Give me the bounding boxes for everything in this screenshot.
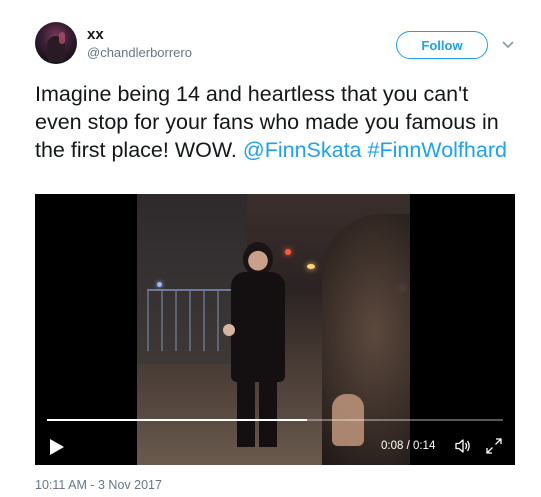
tweet-text: Imagine being 14 and heartless that you … xyxy=(35,80,513,164)
tweet-timestamp[interactable]: 10:11 AM - 3 Nov 2017 xyxy=(35,478,162,492)
avatar[interactable] xyxy=(35,22,77,64)
video-progress-fill xyxy=(47,419,307,421)
person-legs xyxy=(237,377,277,447)
video-player[interactable]: 0:08 / 0:14 xyxy=(35,194,515,465)
frame-light xyxy=(157,282,162,287)
play-icon[interactable] xyxy=(49,438,65,456)
follow-button[interactable]: Follow xyxy=(396,31,488,59)
video-frame xyxy=(137,194,410,465)
chevron-down-icon[interactable] xyxy=(501,38,515,52)
volume-icon[interactable] xyxy=(454,437,472,455)
frame-light xyxy=(307,264,315,269)
video-time: 0:08 / 0:14 xyxy=(381,440,436,452)
person-body xyxy=(231,272,285,382)
fullscreen-icon[interactable] xyxy=(485,437,503,455)
frame-person xyxy=(223,242,287,447)
avatar-highlight xyxy=(59,32,65,44)
person-head xyxy=(243,242,273,276)
display-name[interactable]: xx xyxy=(87,26,104,43)
person-hand xyxy=(223,324,235,336)
hashtag-link[interactable]: #FinnWolfhard xyxy=(368,138,507,162)
mention-link[interactable]: @FinnSkata xyxy=(243,138,362,162)
video-progress-bar[interactable] xyxy=(47,419,503,421)
user-handle[interactable]: @chandlerborrero xyxy=(87,45,192,60)
